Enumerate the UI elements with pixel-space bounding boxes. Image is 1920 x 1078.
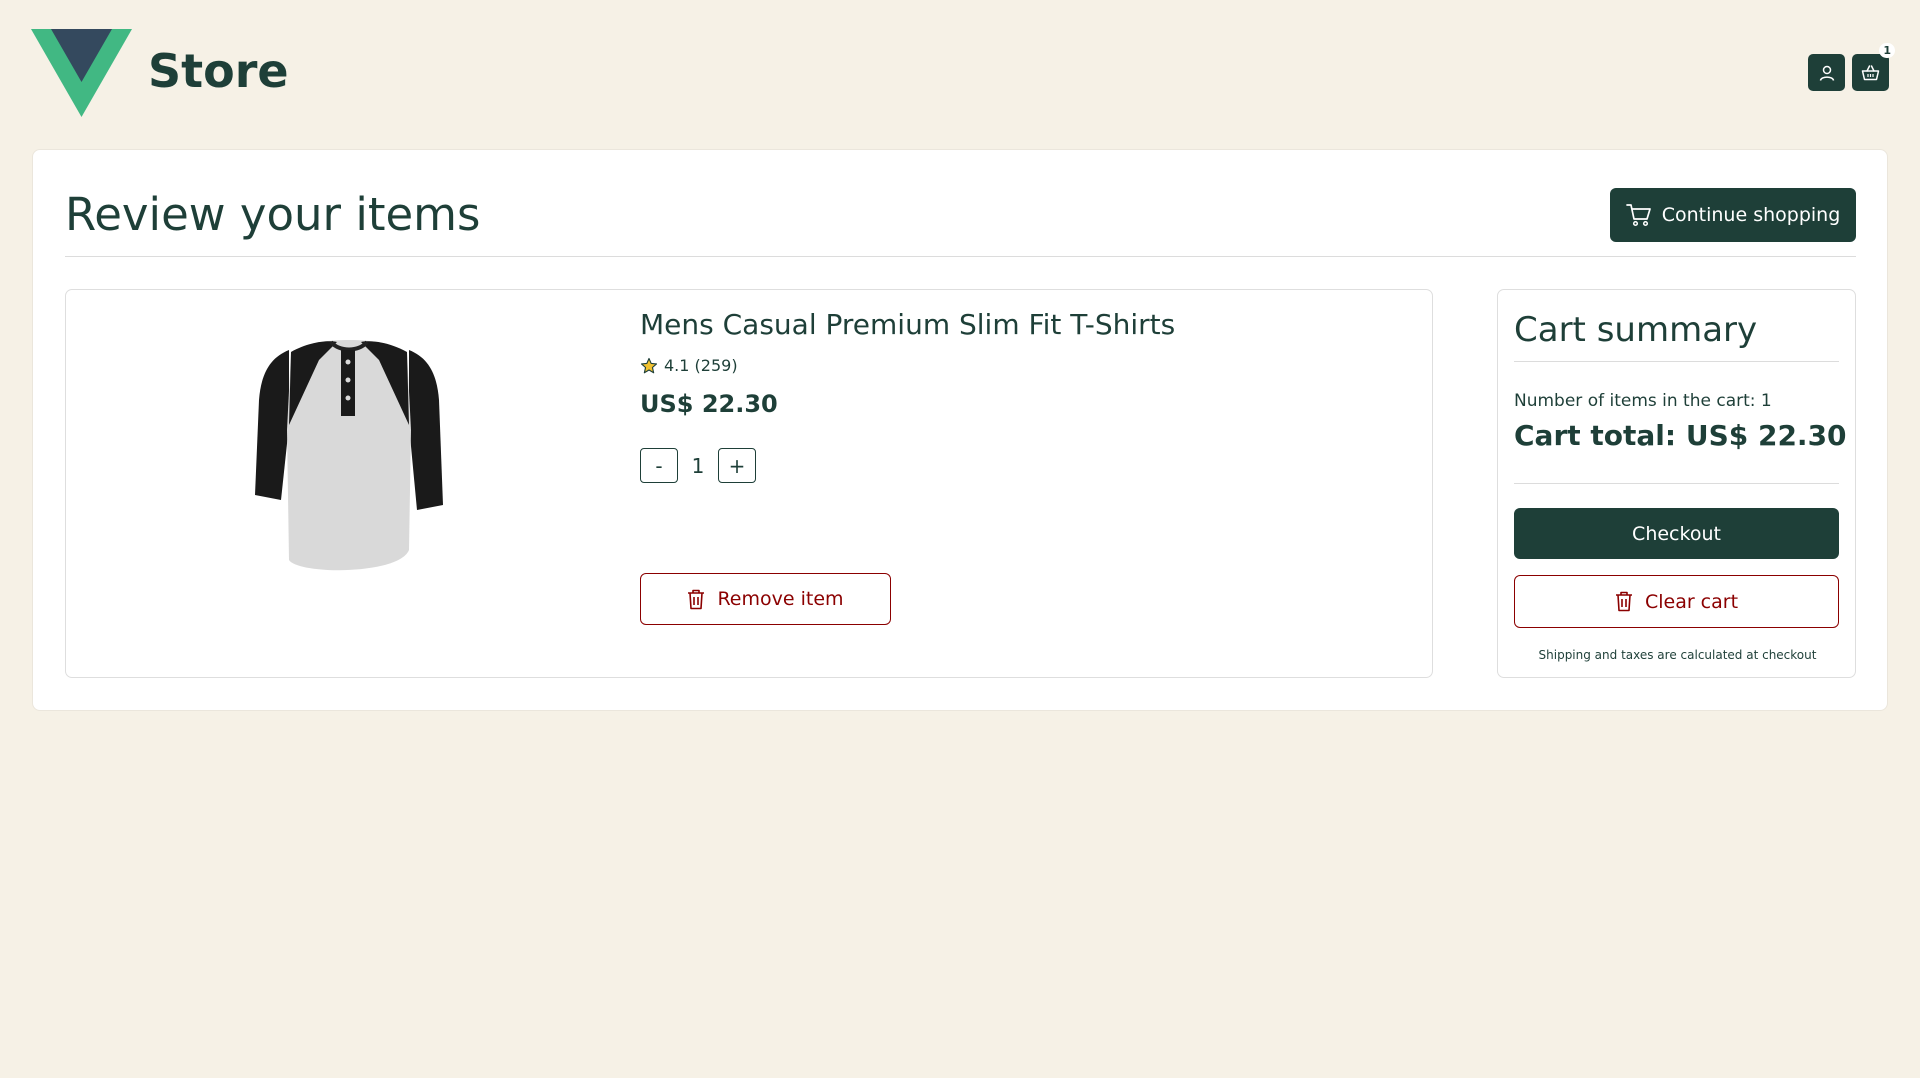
product-image[interactable]	[249, 330, 449, 586]
clear-cart-label: Clear cart	[1644, 590, 1739, 613]
cart-summary-title: Cart summary	[1514, 310, 1758, 350]
quantity-stepper: - 1 +	[640, 448, 756, 483]
remove-item-button[interactable]: Remove item	[640, 573, 891, 625]
summary-divider	[1514, 361, 1839, 362]
user-icon	[1819, 65, 1834, 81]
remove-item-label: Remove item	[717, 588, 844, 610]
shopping-cart-icon	[1625, 204, 1651, 227]
title-divider	[65, 256, 1856, 257]
summary-divider	[1514, 483, 1839, 484]
clear-cart-button[interactable]: Clear cart	[1514, 575, 1839, 628]
cart-review-panel: Review your items Continue shopping Mens…	[32, 149, 1888, 711]
star-icon	[640, 357, 658, 373]
account-button[interactable]	[1808, 54, 1845, 91]
rating-text: 4.1 (259)	[664, 356, 738, 375]
quantity-value: 1	[691, 453, 705, 478]
store-name: Store	[148, 44, 289, 98]
decrease-quantity-button[interactable]: -	[640, 448, 678, 483]
continue-shopping-button[interactable]: Continue shopping	[1610, 188, 1856, 242]
store-logo[interactable]	[31, 29, 132, 117]
shipping-note: Shipping and taxes are calculated at che…	[1538, 648, 1817, 662]
cart-item-card: Mens Casual Premium Slim Fit T-Shirts 4.…	[65, 289, 1433, 678]
cart-summary-card: Cart summary Number of items in the cart…	[1497, 289, 1856, 678]
shopping-basket-icon	[1861, 64, 1880, 80]
items-count-text: Number of items in the cart: 1	[1514, 391, 1772, 411]
cart-button[interactable]: 1	[1852, 43, 1895, 91]
trash-icon	[688, 589, 705, 609]
page-title: Review your items	[65, 188, 481, 241]
product-price: US$ 22.30	[640, 390, 778, 418]
product-rating: 4.1 (259)	[640, 356, 738, 375]
increase-quantity-button[interactable]: +	[718, 448, 756, 483]
cart-total: Cart total: US$ 22.30	[1514, 419, 1847, 452]
product-name: Mens Casual Premium Slim Fit T-Shirts	[640, 308, 1176, 341]
trash-icon	[1615, 591, 1632, 612]
header: Store 1	[0, 0, 1920, 148]
continue-shopping-label: Continue shopping	[1661, 204, 1841, 226]
cart-count-badge: 1	[1879, 43, 1895, 58]
checkout-button[interactable]: Checkout	[1514, 508, 1839, 559]
